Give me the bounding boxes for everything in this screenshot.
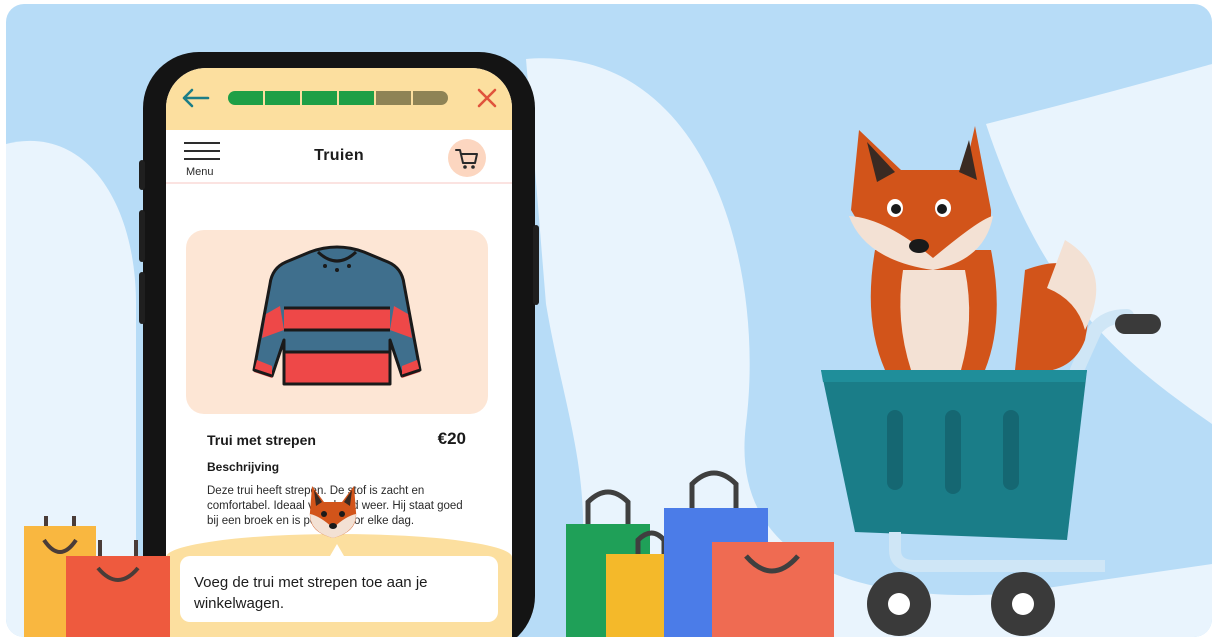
striped-sweater-image — [252, 245, 422, 386]
phone-power-button — [533, 225, 539, 305]
hamburger-icon — [184, 142, 220, 144]
lesson-progress-bar — [228, 91, 448, 105]
progress-segment — [376, 91, 411, 105]
product-name: Trui met strepen — [207, 432, 316, 448]
fox-in-shopping-cart-illustration — [821, 126, 1161, 636]
phone-side-button — [139, 160, 145, 190]
shopping-cart-icon — [455, 149, 478, 169]
phone-side-button — [139, 210, 145, 262]
close-icon[interactable] — [476, 87, 498, 109]
speech-bubble-tail — [330, 544, 344, 556]
description-heading: Beschrijving — [207, 460, 280, 474]
product-price: €20 — [437, 429, 466, 448]
product-image-card[interactable] — [186, 230, 488, 414]
progress-segment — [339, 91, 374, 105]
instruction-bubble: Voeg de trui met strepen toe aan je wink… — [180, 556, 498, 622]
shopping-bags-illustration — [24, 516, 170, 637]
menu-label: Menu — [186, 166, 214, 178]
progress-segment — [228, 91, 263, 105]
lesson-top-bar — [166, 68, 512, 130]
progress-segment — [413, 91, 448, 105]
arrow-left-icon[interactable] — [180, 87, 210, 109]
phone-side-button — [139, 272, 145, 324]
fox-mascot-avatar — [309, 486, 357, 538]
progress-segment — [265, 91, 300, 105]
phone-screen: Menu Truien Trui met strepen €20 Beschri… — [166, 68, 512, 637]
shop-nav-bar: Menu Truien — [166, 130, 512, 184]
shopping-bags-illustration — [566, 470, 834, 637]
progress-segment — [302, 91, 337, 105]
cart-button[interactable] — [448, 139, 486, 177]
